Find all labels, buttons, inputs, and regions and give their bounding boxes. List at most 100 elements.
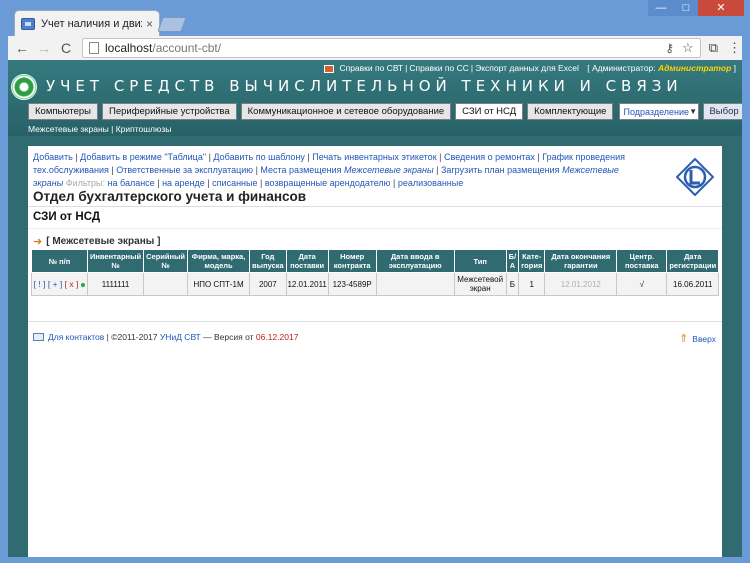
reload-icon[interactable]: C xyxy=(56,38,76,58)
department-title: Отдел бухгалтерского учета и финансов xyxy=(33,189,307,204)
filter-written-off[interactable]: списанные xyxy=(212,178,257,188)
cell-central: √ xyxy=(616,272,668,296)
admin-label: Администратор: xyxy=(591,63,656,73)
back-to-top-link[interactable]: ⇑ Вверх xyxy=(679,332,716,345)
col-category[interactable]: Кате-гория xyxy=(518,249,546,273)
col-commission-date[interactable]: Дата ввода в эксплуатацию xyxy=(375,249,455,273)
action-add-template[interactable]: Добавить по шаблону xyxy=(213,152,304,162)
arrow-right-icon: ➜ xyxy=(33,236,43,248)
col-contract[interactable]: Номер контракта xyxy=(327,249,377,273)
col-warranty-end[interactable]: Дата окончания гарантии xyxy=(544,249,618,273)
copy-link[interactable]: [ + ] xyxy=(48,279,62,289)
site-header: Справки по СВТ | Справки по СС | Экспорт дан… xyxy=(8,60,742,136)
cell-reg-date: 16.06.2011 xyxy=(666,272,720,296)
menu-computers[interactable]: Компьютеры xyxy=(28,103,98,120)
forward-icon[interactable]: → xyxy=(34,38,54,58)
col-central[interactable]: Центр. поставка xyxy=(616,249,668,273)
recycle-logo-icon xyxy=(11,74,37,100)
cast-icon[interactable]: ⧉ xyxy=(709,40,718,56)
new-tab-button[interactable] xyxy=(157,17,187,32)
col-reg-date[interactable]: Дата регистрации xyxy=(666,249,720,273)
menu-network[interactable]: Коммуникационное и сетевое оборудование xyxy=(240,103,452,120)
url-host: localhost xyxy=(105,41,153,55)
menu-peripherals[interactable]: Периферийные устройства xyxy=(102,103,237,120)
page-favicon-icon xyxy=(21,17,35,30)
col-year[interactable]: Год выпуска xyxy=(249,249,287,273)
action-add[interactable]: Добавить xyxy=(33,152,73,162)
link-excel-export[interactable]: Экспорт данных для Excel xyxy=(475,63,579,73)
cell-model: НПО СПТ-1М xyxy=(187,272,251,296)
cell-commission-date xyxy=(375,272,455,296)
admin-name[interactable]: Администратор xyxy=(658,63,731,73)
action-repairs[interactable]: Сведения о ремонтах xyxy=(444,152,535,162)
browser-window: Учет наличия и движен × — □ ✕ ← → C loca… xyxy=(0,0,750,563)
col-num[interactable]: № п/п xyxy=(31,249,88,273)
back-icon[interactable]: ← xyxy=(12,38,32,58)
filters-label: Фильтры: xyxy=(65,178,105,188)
divider xyxy=(28,321,722,322)
version-text: — Версия от xyxy=(203,332,254,342)
divider xyxy=(28,228,722,229)
tab-title: Учет наличия и движен xyxy=(41,17,142,30)
back-to-top-label: Вверх xyxy=(692,333,716,344)
tab-close-icon[interactable]: × xyxy=(146,17,153,31)
menu-szi[interactable]: СЗИ от НСД xyxy=(455,103,524,120)
col-serial[interactable]: Серийный № xyxy=(143,249,189,273)
chevron-down-icon: ▼ xyxy=(689,107,697,116)
table-header-row: № п/п Инвентарный № Серийный № Фирма, ма… xyxy=(31,249,720,273)
divider xyxy=(28,206,722,207)
filter-returned[interactable]: возвращенные арендодателю xyxy=(265,178,391,188)
page-info-icon[interactable] xyxy=(89,42,99,54)
menu-components[interactable]: Комплектующие xyxy=(527,103,614,120)
site-area: Справки по СВТ | Справки по СС | Экспорт дан… xyxy=(8,60,742,557)
browser-menu-icon[interactable]: ⋮ xyxy=(728,40,741,56)
contacts-link[interactable]: Для контактов xyxy=(48,332,104,342)
section-title: СЗИ от НСД xyxy=(33,211,101,223)
col-type[interactable]: Тип xyxy=(453,249,507,273)
view-link[interactable]: [ ! ] xyxy=(34,279,46,289)
action-print-labels[interactable]: Печать инвентарных этикеток xyxy=(312,152,436,162)
action-responsible[interactable]: Ответственные за эксплуатацию xyxy=(116,165,253,175)
col-model[interactable]: Фирма, марка, модель xyxy=(187,249,251,273)
window-maximize-button[interactable]: □ xyxy=(674,0,698,16)
filter-on-balance[interactable]: на балансе xyxy=(108,178,155,188)
col-ba[interactable]: Б/А xyxy=(505,249,520,273)
excel-icon xyxy=(324,64,335,73)
version-date: 06.12.2017 xyxy=(255,332,299,342)
group-title[interactable]: ➜ [ Межсетевые экраны ] xyxy=(33,235,160,248)
address-bar[interactable]: localhost/account-cbt/ ⚷ ☆ xyxy=(82,38,701,58)
submenu: Межсетевые экраны | Криптошлюзы xyxy=(28,124,172,134)
submenu-crypto-gateways[interactable]: Криптошлюзы xyxy=(116,124,172,134)
col-inventory[interactable]: Инвентарный № xyxy=(86,249,145,273)
cell-warranty-end: 12.01.2012 xyxy=(544,272,618,296)
filter-rented[interactable]: на аренде xyxy=(162,178,205,188)
url-path: /account-cbt/ xyxy=(152,41,222,55)
department-select[interactable]: Подразделение ▼ xyxy=(619,103,700,120)
main-menu: Компьютеры Периферийные устройства Комму… xyxy=(28,103,742,120)
link-ss-reports[interactable]: Справки по СС xyxy=(409,63,469,73)
browser-tab[interactable]: Учет наличия и движен × xyxy=(14,10,160,36)
cell-type: Межсетевой экран xyxy=(453,272,507,296)
action-add-table[interactable]: Добавить в режиме "Таблица" xyxy=(80,152,206,162)
row-controls: [ ! ] [ + ] [ x ] xyxy=(31,272,88,296)
cell-category: 1 xyxy=(518,272,546,296)
top-links: Справки по СВТ | Справки по СС | Экспорт дан… xyxy=(324,63,736,73)
delete-link[interactable]: [ x ] xyxy=(65,279,79,289)
col-delivery-date[interactable]: Дата поставки xyxy=(285,249,329,273)
filter-sold[interactable]: реализованные xyxy=(398,178,463,188)
choose-button[interactable]: Выбор xyxy=(703,103,742,120)
action-places[interactable]: Места размещения Межсетевые экраны xyxy=(260,165,433,175)
table-row[interactable]: [ ! ] [ + ] [ x ] 1111111 НПО СПТ-1М 200… xyxy=(31,272,720,296)
cell-delivery-date: 12.01.2011 xyxy=(285,272,329,296)
bookmark-star-icon[interactable]: ☆ xyxy=(682,40,694,56)
department-select-value: Подразделение xyxy=(623,106,690,117)
window-minimize-button[interactable]: — xyxy=(648,0,674,16)
product-link[interactable]: УНиД СВТ xyxy=(160,332,201,342)
status-dot-icon xyxy=(81,282,86,287)
window-close-button[interactable]: ✕ xyxy=(698,0,744,16)
submenu-firewalls[interactable]: Межсетевые экраны xyxy=(28,124,109,134)
content-panel: Добавить | Добавить в режиме "Таблица" |… xyxy=(28,146,722,557)
link-svt-reports[interactable]: Справки по СВТ xyxy=(339,63,403,73)
key-icon[interactable]: ⚷ xyxy=(665,41,674,55)
cell-year: 2007 xyxy=(249,272,287,296)
